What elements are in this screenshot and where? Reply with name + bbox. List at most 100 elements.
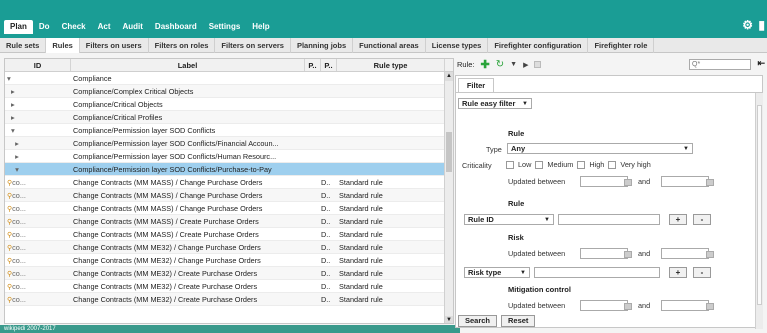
scroll-down-icon[interactable]: ▼ bbox=[445, 316, 453, 323]
cell-id[interactable]: ▾ bbox=[5, 163, 71, 175]
criticality-high-checkbox[interactable] bbox=[577, 160, 586, 169]
tree-folder-row[interactable]: ▾ Compliance/Permission layer SOD Conflic… bbox=[5, 163, 453, 176]
table-row[interactable]: ⚲co... Change Contracts (MM MASS) / Chang… bbox=[5, 189, 453, 202]
calendar-icon[interactable] bbox=[706, 303, 714, 310]
table-row[interactable]: ⚲co... Change Contracts (MM MASS) / Creat… bbox=[5, 228, 453, 241]
scroll-thumb[interactable] bbox=[446, 132, 452, 172]
tab-filters-on-users[interactable]: Filters on users bbox=[80, 38, 149, 53]
cell-id: ⚲co... bbox=[5, 215, 71, 227]
remove-condition-button[interactable]: - bbox=[693, 267, 711, 278]
tree-folder-row[interactable]: ▸ Compliance/Permission layer SOD Conflic… bbox=[5, 150, 453, 163]
refresh-icon[interactable]: ↻ bbox=[496, 59, 504, 70]
rule-id-input[interactable] bbox=[558, 214, 660, 225]
add-rule-icon[interactable]: ✚ bbox=[481, 58, 490, 71]
tab-filters-on-roles[interactable]: Filters on roles bbox=[149, 38, 216, 53]
tab-planning-jobs[interactable]: Planning jobs bbox=[291, 38, 354, 53]
rule-updated-from-input[interactable] bbox=[580, 176, 628, 187]
table-row[interactable]: ⚲co... Change Contracts (MM ME32) / Creat… bbox=[5, 280, 453, 293]
tree-folder-row[interactable]: ▸ Compliance/Complex Critical Objects bbox=[5, 85, 453, 98]
easy-filter-select[interactable]: Rule easy filter ▼ bbox=[458, 98, 532, 109]
menu-tab-plan[interactable]: Plan bbox=[4, 20, 33, 34]
cell-label: Change Contracts (MM MASS) / Change Purc… bbox=[73, 191, 263, 200]
reset-button[interactable]: Reset bbox=[501, 315, 536, 327]
grid-scrollbar[interactable]: ▲ ▼ bbox=[444, 72, 453, 323]
risk-updated-to-input[interactable] bbox=[661, 248, 709, 259]
table-row[interactable]: ⚲co... Change Contracts (MM MASS) / Chang… bbox=[5, 202, 453, 215]
menu-tab-settings[interactable]: Settings bbox=[203, 20, 247, 34]
back-icon[interactable]: ⇤ bbox=[757, 58, 765, 69]
column-header-rule-type[interactable]: Rule type bbox=[337, 59, 445, 71]
stop-icon[interactable] bbox=[534, 61, 542, 68]
calendar-icon[interactable] bbox=[706, 179, 714, 186]
risk-type-input[interactable] bbox=[534, 267, 660, 278]
risk-updated-from-input[interactable] bbox=[580, 248, 628, 259]
add-condition-button[interactable]: + bbox=[669, 214, 687, 225]
tab-license-types[interactable]: License types bbox=[426, 38, 489, 53]
criticality-low-checkbox[interactable] bbox=[506, 160, 514, 169]
scroll-up-icon[interactable]: ▲ bbox=[445, 72, 453, 81]
rule-updated-to-input[interactable] bbox=[661, 176, 709, 187]
cell-id[interactable]: ▸ bbox=[5, 111, 71, 123]
scroll-thumb[interactable] bbox=[757, 105, 762, 305]
rule-label: Rule: bbox=[457, 60, 475, 69]
remove-condition-button[interactable]: - bbox=[693, 214, 711, 225]
calendar-icon[interactable] bbox=[624, 179, 632, 186]
table-row[interactable]: ⚲co... Change Contracts (MM MASS) / Chang… bbox=[5, 176, 453, 189]
rule-id-select[interactable]: Rule ID ▼ bbox=[464, 214, 554, 225]
cell-p1 bbox=[305, 189, 321, 201]
cell-id[interactable]: ▾ bbox=[5, 124, 71, 136]
cell-id[interactable]: ▸ bbox=[5, 98, 71, 110]
filter-scrollbar[interactable] bbox=[755, 93, 763, 329]
search-button[interactable]: Search bbox=[458, 315, 498, 327]
table-row[interactable]: ⚲co... Change Contracts (MM ME32) / Chang… bbox=[5, 241, 453, 254]
tree-folder-row[interactable]: ▸ Compliance/Permission layer SOD Conflic… bbox=[5, 137, 453, 150]
exit-icon[interactable]: ▮ bbox=[758, 18, 765, 32]
dropdown-icon[interactable]: ▼ bbox=[510, 61, 517, 68]
cell-p2: D.. bbox=[321, 243, 331, 252]
table-row[interactable]: ⚲co... Change Contracts (MM ME32) / Creat… bbox=[5, 293, 453, 306]
risk-type-select[interactable]: Risk type ▼ bbox=[464, 267, 530, 278]
cell-id[interactable]: ▸ bbox=[5, 85, 71, 97]
calendar-icon[interactable] bbox=[624, 251, 632, 258]
table-row[interactable]: ⚲co... Change Contracts (MM MASS) / Creat… bbox=[5, 215, 453, 228]
calendar-icon[interactable] bbox=[706, 251, 714, 258]
criticality-medium-checkbox[interactable] bbox=[535, 160, 544, 169]
tab-rule-sets[interactable]: Rule sets bbox=[0, 38, 47, 53]
menu-tab-check[interactable]: Check bbox=[56, 20, 92, 34]
criticality-label: Criticality bbox=[462, 161, 492, 170]
cell-id[interactable]: ▸ bbox=[5, 150, 71, 162]
tab-functional-areas[interactable]: Functional areas bbox=[353, 38, 426, 53]
type-select[interactable]: Any ▼ bbox=[507, 143, 693, 154]
tab-rules[interactable]: Rules bbox=[46, 38, 80, 53]
add-condition-button[interactable]: + bbox=[669, 267, 687, 278]
mitigation-updated-to-input[interactable] bbox=[661, 300, 709, 311]
table-row[interactable]: ⚲co... Change Contracts (MM ME32) / Creat… bbox=[5, 267, 453, 280]
column-header-label[interactable]: Label bbox=[71, 59, 305, 71]
menu-tab-dashboard[interactable]: Dashboard bbox=[149, 20, 203, 34]
menu-tab-do[interactable]: Do bbox=[33, 20, 56, 34]
column-header-p2[interactable]: P.. bbox=[321, 59, 337, 71]
cell-id[interactable]: ▸ bbox=[5, 137, 71, 149]
settings-icon[interactable]: ⚙ bbox=[742, 18, 753, 32]
calendar-icon[interactable] bbox=[624, 303, 632, 310]
mitigation-updated-from-input[interactable] bbox=[580, 300, 628, 311]
criticality-very-high-checkbox[interactable] bbox=[608, 160, 617, 169]
tab-firefighter-role[interactable]: Firefighter role bbox=[588, 38, 655, 53]
tab-firefighter-configuration[interactable]: Firefighter configuration bbox=[488, 38, 589, 53]
rule-search-input[interactable]: Q* bbox=[689, 59, 751, 70]
menu-tab-act[interactable]: Act bbox=[92, 20, 117, 34]
column-header-p1[interactable]: P.. bbox=[305, 59, 321, 71]
table-row[interactable]: ⚲co... Change Contracts (MM ME32) / Chang… bbox=[5, 254, 453, 267]
column-header-id[interactable]: ID bbox=[5, 59, 71, 71]
cell-p1 bbox=[305, 150, 321, 162]
play-icon[interactable]: ▶ bbox=[523, 61, 528, 69]
tab-filters-on-servers[interactable]: Filters on servers bbox=[215, 38, 291, 53]
tree-folder-row[interactable]: ▾ Compliance bbox=[5, 72, 453, 85]
cell-id[interactable]: ▾ bbox=[5, 72, 71, 84]
tree-folder-row[interactable]: ▸ Compliance/Critical Objects bbox=[5, 98, 453, 111]
menu-tab-audit[interactable]: Audit bbox=[116, 20, 148, 34]
menu-tab-help[interactable]: Help bbox=[246, 20, 275, 34]
tab-filter[interactable]: Filter bbox=[458, 78, 494, 92]
tree-folder-row[interactable]: ▾ Compliance/Permission layer SOD Conflic… bbox=[5, 124, 453, 137]
tree-folder-row[interactable]: ▸ Compliance/Critical Profiles bbox=[5, 111, 453, 124]
